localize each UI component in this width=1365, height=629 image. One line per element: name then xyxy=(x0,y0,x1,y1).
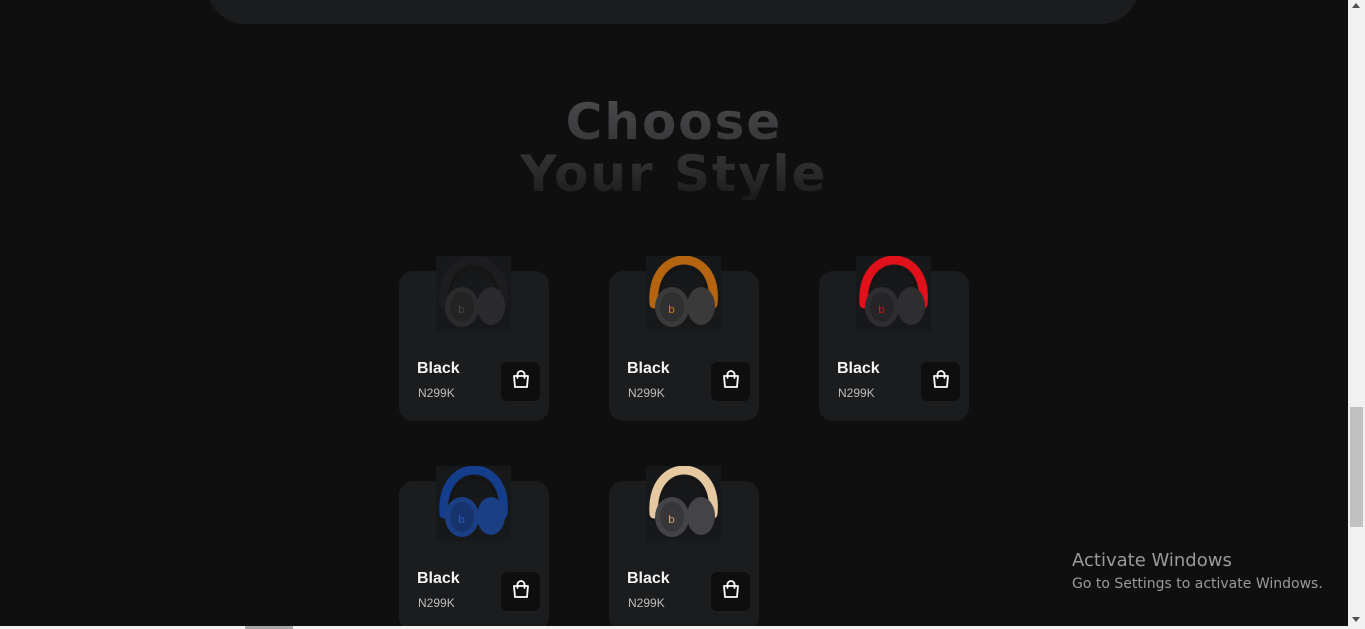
shopping-bag-icon xyxy=(721,579,741,604)
shopping-bag-icon xyxy=(931,369,951,394)
product-card[interactable]: b Black N299K xyxy=(819,256,969,421)
watermark-subtitle: Go to Settings to activate Windows. xyxy=(1072,576,1323,592)
vertical-scrollbar[interactable] xyxy=(1348,0,1365,629)
scroll-up-arrow-icon[interactable] xyxy=(1352,3,1360,8)
product-price: N299K xyxy=(418,596,455,610)
svg-text:b: b xyxy=(458,303,465,316)
product-image: b xyxy=(646,466,721,541)
product-price: N299K xyxy=(628,596,665,610)
product-image: b xyxy=(646,256,721,331)
product-name: Black xyxy=(417,570,460,587)
product-card[interactable]: b Black N299K xyxy=(609,466,759,629)
svg-text:b: b xyxy=(458,513,465,526)
top-panel xyxy=(206,0,1140,24)
product-image: b xyxy=(436,256,511,331)
section-heading: Choose Your Style xyxy=(474,96,874,200)
shopping-bag-icon xyxy=(511,579,531,604)
page: Choose Your Style b Black N299K b Black … xyxy=(0,0,1348,629)
product-card[interactable]: b Black N299K xyxy=(609,256,759,421)
scroll-down-arrow-icon[interactable] xyxy=(1352,617,1360,622)
product-price: N299K xyxy=(838,386,875,400)
product-card[interactable]: b Black N299K xyxy=(399,466,549,629)
vertical-scrollbar-thumb[interactable] xyxy=(1350,407,1363,527)
add-to-cart-button[interactable] xyxy=(711,362,750,401)
shopping-bag-icon xyxy=(721,369,741,394)
add-to-cart-button[interactable] xyxy=(711,572,750,611)
watermark-title: Activate Windows xyxy=(1072,550,1232,571)
product-name: Black xyxy=(627,570,670,587)
add-to-cart-button[interactable] xyxy=(921,362,960,401)
product-name: Black xyxy=(417,360,460,377)
shopping-bag-icon xyxy=(511,369,531,394)
heading-line-1: Choose xyxy=(565,93,783,151)
svg-text:b: b xyxy=(668,303,675,316)
add-to-cart-button[interactable] xyxy=(501,572,540,611)
heading-line-2: Your Style xyxy=(520,145,828,203)
product-card[interactable]: b Black N299K xyxy=(399,256,549,421)
product-image: b xyxy=(856,256,931,331)
product-image: b xyxy=(436,466,511,541)
product-price: N299K xyxy=(628,386,665,400)
svg-text:b: b xyxy=(878,303,885,316)
product-name: Black xyxy=(627,360,670,377)
add-to-cart-button[interactable] xyxy=(501,362,540,401)
windows-activation-watermark: Activate Windows Go to Settings to activ… xyxy=(1072,550,1323,596)
svg-text:b: b xyxy=(668,513,675,526)
product-price: N299K xyxy=(418,386,455,400)
product-name: Black xyxy=(837,360,880,377)
